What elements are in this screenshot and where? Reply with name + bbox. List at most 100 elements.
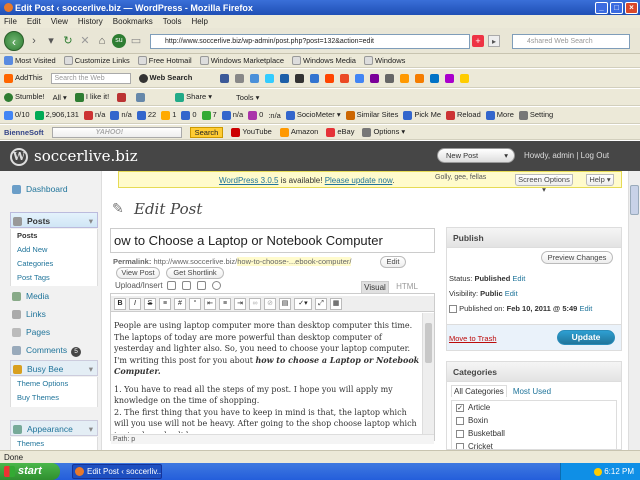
page-scrollbar-thumb[interactable] (630, 185, 639, 215)
status-edit-link[interactable]: Edit (512, 274, 525, 283)
setting-button[interactable]: Setting (518, 110, 553, 120)
tray-icon[interactable] (593, 467, 602, 476)
more-button[interactable]: More (485, 110, 514, 120)
bookmark-page-icon[interactable]: ▭ (129, 34, 143, 48)
tab-all-categories[interactable]: All Categories (451, 385, 507, 397)
page-scrollbar[interactable] (628, 171, 640, 450)
sidebar-item-links[interactable]: Links (10, 306, 98, 322)
url-go-arrow-icon[interactable]: ▸ (488, 35, 500, 47)
favorites-icon[interactable] (460, 73, 470, 83)
tab-html[interactable]: HTML (393, 281, 421, 293)
screen-options-button[interactable]: Screen Options ▾ (515, 174, 573, 194)
start-button[interactable]: start (0, 463, 60, 480)
sidebar-item-appearance[interactable]: Appearance ▾ (10, 420, 98, 436)
seo-metric-7[interactable]: n/a (221, 110, 243, 120)
home-icon[interactable]: ⌂ (95, 34, 109, 48)
stumble-button[interactable]: Stumble! (4, 92, 45, 102)
align-center-button[interactable]: ≡ (219, 297, 231, 310)
seo-alexa[interactable]: 2,906,131 (34, 110, 79, 120)
update-now-link[interactable]: Please update now (325, 176, 393, 185)
reload-button[interactable]: Reload (446, 110, 481, 120)
menu-view[interactable]: View (51, 17, 68, 26)
i-like-it-button[interactable]: I like it! (74, 92, 109, 102)
similar-sites-button[interactable]: Similar Sites (345, 110, 398, 120)
kitchen-sink-button[interactable]: ▦ (330, 297, 342, 310)
bookmark-free-hotmail[interactable]: Free Hotmail (137, 56, 192, 66)
yahoo-search-button[interactable]: Search (189, 126, 224, 138)
logout-link[interactable]: Log Out (581, 151, 609, 160)
submenu-buy-themes[interactable]: Buy Themes (17, 391, 97, 405)
update-button[interactable]: Update (557, 330, 615, 345)
category-item[interactable]: Boxin (452, 414, 616, 427)
ebay-link[interactable]: eBay (326, 127, 354, 137)
get-shortlink-button[interactable]: Get Shortlink (166, 267, 224, 279)
post-content[interactable]: People are using laptop computer more th… (114, 320, 420, 433)
seo-metric-5[interactable]: 0 (181, 110, 197, 120)
fullscreen-button[interactable]: ⤢ (315, 297, 327, 310)
reddit-icon[interactable] (325, 73, 335, 83)
unlink-button[interactable]: ⊘ (264, 297, 276, 310)
back-button[interactable]: ‹ (4, 30, 24, 51)
bold-button[interactable]: B (114, 297, 126, 310)
twitter-icon[interactable] (265, 73, 275, 83)
user-link[interactable]: admin (552, 151, 574, 160)
seo-metric-8[interactable]: 0 (248, 110, 263, 120)
seo-metric-3[interactable]: 22 (136, 110, 156, 120)
wp-version-link[interactable]: WordPress 3.0.5 (219, 176, 278, 185)
submenu-post-tags[interactable]: Post Tags (17, 271, 97, 285)
rss-icon[interactable] (400, 73, 410, 83)
preview-changes-button[interactable]: Preview Changes (541, 251, 613, 264)
move-to-trash-link[interactable]: Move to Trash (449, 334, 497, 343)
stumbleupon-icon[interactable]: su (112, 33, 126, 48)
add-audio-icon[interactable] (196, 281, 206, 290)
add-image-icon[interactable] (166, 281, 176, 290)
google-icon[interactable] (355, 73, 365, 83)
share-dropdown[interactable]: Share ▾ (175, 92, 212, 102)
italic-button[interactable]: I (129, 297, 141, 310)
checkbox-icon[interactable] (456, 429, 464, 438)
submenu-categories[interactable]: Categories (17, 257, 97, 271)
submenu-add-new[interactable]: Add New (17, 243, 97, 257)
sidebar-item-dashboard[interactable]: Dashboard (10, 181, 98, 197)
tab-visual[interactable]: Visual (361, 281, 389, 293)
delicious-icon[interactable] (310, 73, 320, 83)
live-icon[interactable] (430, 73, 440, 83)
add-video-icon[interactable] (181, 281, 191, 290)
add-media-icon[interactable] (211, 281, 221, 290)
help-button[interactable]: Help ▾ (586, 174, 614, 186)
sociometer-button[interactable]: SocioMeter ▾ (285, 110, 341, 120)
menu-help[interactable]: Help (191, 17, 207, 26)
bookmark-most-visited[interactable]: Most Visited (4, 56, 56, 66)
seo-metric-2[interactable]: n/a (110, 110, 132, 120)
checkbox-icon[interactable] (456, 442, 464, 449)
more-tag-button[interactable]: ▤ (279, 297, 291, 310)
view-post-button[interactable]: View Post (116, 267, 160, 279)
digg-icon[interactable] (280, 73, 290, 83)
forward-button[interactable]: › (27, 34, 41, 48)
history-dropdown-icon[interactable]: ▾ (44, 34, 58, 48)
category-item[interactable]: Busketball (452, 427, 616, 440)
seo-metric-1[interactable]: n/a (83, 110, 105, 120)
permalink-edit-button[interactable]: Edit (380, 256, 406, 268)
stumble-share-icon[interactable] (340, 73, 350, 83)
close-button[interactable]: × (625, 1, 638, 14)
insert-link-button[interactable]: ∞ (249, 297, 261, 310)
category-item[interactable]: ✓ Article (452, 401, 616, 414)
checkbox-checked-icon[interactable]: ✓ (456, 403, 464, 412)
url-go-icon[interactable]: + (472, 35, 484, 47)
editor-scrollbar[interactable] (422, 313, 434, 438)
yahoo-bookmarks-icon[interactable] (445, 73, 455, 83)
sidebar-item-busy-bee[interactable]: Busy Bee ▾ (10, 360, 98, 376)
menu-bookmarks[interactable]: Bookmarks (113, 17, 153, 26)
bookmark-customize-links[interactable]: Customize Links (63, 56, 130, 66)
url-bar[interactable]: http://www.soccerlive.biz/wp-admin/post.… (150, 34, 470, 49)
yahoo-icon[interactable] (370, 73, 380, 83)
stop-icon[interactable]: ✕ (78, 34, 92, 48)
numbered-list-button[interactable]: # (174, 297, 186, 310)
strikethrough-button[interactable]: S (144, 297, 156, 310)
bookmark-windows-marketplace[interactable]: Windows Marketplace (199, 56, 284, 66)
seo-metric-9[interactable]: :n/a (268, 111, 281, 120)
submenu-posts[interactable]: Posts (17, 229, 97, 243)
spellcheck-button[interactable]: ✓▾ (294, 297, 312, 310)
date-edit-link[interactable]: Edit (579, 304, 592, 313)
